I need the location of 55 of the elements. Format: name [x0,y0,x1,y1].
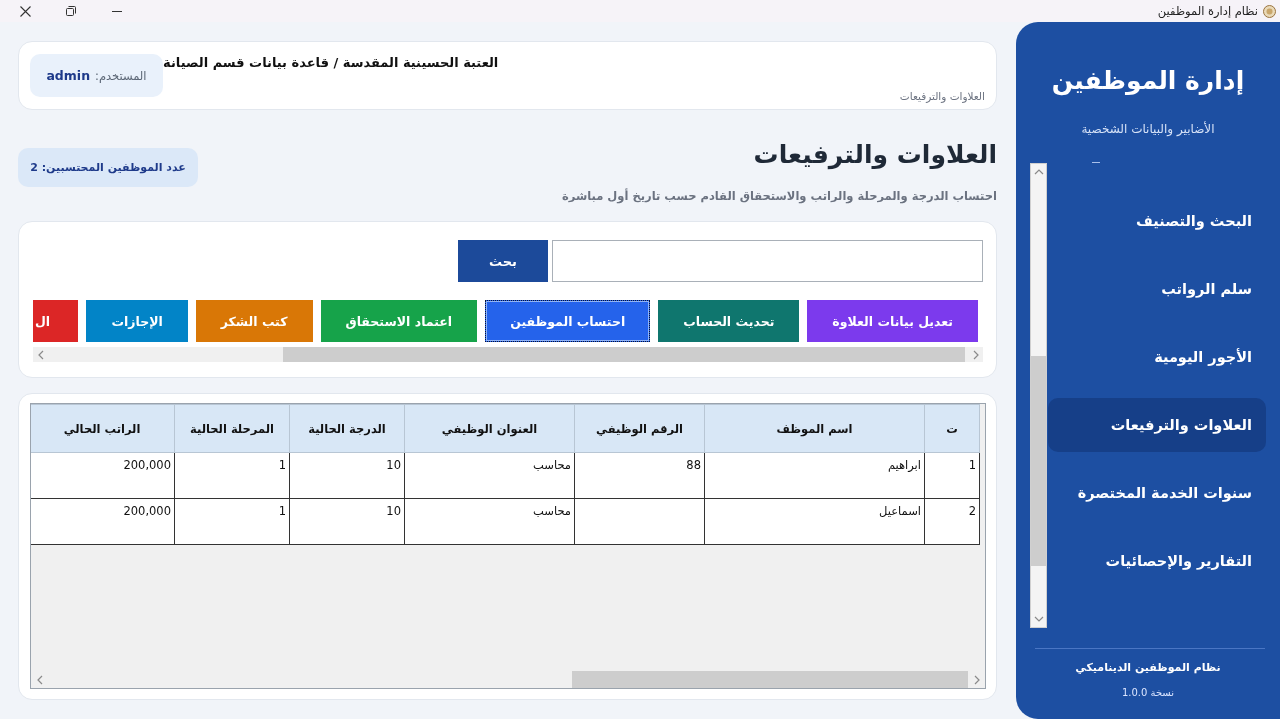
action-button[interactable]: ال [33,300,79,342]
sidebar-item[interactable]: سنوات الخدمة المختصرة [1048,466,1266,520]
action-button[interactable]: تعديل بيانات العلاوة [807,300,978,342]
search-field[interactable] [552,240,983,282]
sidebar-item[interactable]: العلاوات والترفيعات [1048,398,1266,452]
sidebar-title: إدارة الموظفين [1050,65,1246,98]
table-cell: محاسب [404,452,575,499]
restore-icon [66,6,76,16]
emblem-icon [1263,4,1276,18]
column-header[interactable]: الرقم الوظيفي [574,404,705,453]
table-cell: 1 [174,452,290,499]
column-header[interactable]: ت [924,404,980,453]
organization-title: العتبة الحسينية المقدسة / قاعدة بيانات قسم الصيانة [163,55,499,70]
sidebar-item[interactable]: التقارير والإحصائيات [1048,534,1266,588]
sidebar-subtitle: الأضابير والبيانات الشخصية [1080,122,1216,136]
column-header[interactable]: المرحلة الحالية [174,404,290,453]
chevron-right-icon[interactable] [971,349,980,360]
page-title: العلاوات والترفيعات [753,139,997,171]
action-button[interactable]: احتساب الموظفين [485,300,651,342]
employee-count: عدد الموظفين المحتسبين: 2 [18,148,198,187]
column-header[interactable]: الراتب الحالي [31,404,175,453]
app-version: نسخة 1.0.0 [1120,687,1176,698]
sidebar-item[interactable]: الأجور اليومية [1048,330,1266,384]
chevron-right-icon[interactable] [972,674,981,685]
table-cell: 1 [174,498,290,545]
table-cell: 200,000 [31,452,175,499]
chevron-left-icon[interactable] [35,674,44,685]
chevron-up-icon[interactable] [1033,168,1044,176]
close-icon [19,5,31,17]
action-button[interactable]: الإجازات [86,300,188,342]
vertical-scrollbar[interactable] [1030,163,1047,628]
sidebar-item[interactable]: سلم الرواتب [1048,262,1266,316]
table-cell: 10 [289,498,405,545]
column-header[interactable]: اسم الموظف [704,404,925,453]
horizontal-scrollbar[interactable] [33,347,983,362]
table-cell: ابراهيم [704,452,925,499]
action-button[interactable]: تحديث الحساب [658,300,800,342]
table-cell: 88 [574,452,705,499]
breadcrumb: العلاوات والترفيعات [899,90,985,102]
table-cell: 10 [289,452,405,499]
table-cell: اسماعيل [704,498,925,545]
table-cell: 200,000 [31,498,175,545]
chevron-left-icon[interactable] [36,349,45,360]
column-header[interactable]: العنوان الوظيفي [404,404,575,453]
app-name: نظام الموظفين الديناميكي [1074,661,1222,674]
table-cell: محاسب [404,498,575,545]
search-button[interactable]: بحث [458,240,548,282]
chevron-down-icon[interactable] [1033,615,1044,623]
minimize-icon [112,10,122,12]
table-cell: 1 [924,452,980,499]
sidebar-item[interactable]: البحث والتصنيف [1048,194,1266,248]
page-subtitle: احتساب الدرجة والمرحلة والراتب والاستحقاق القادم حسب تاريخ أول مباشرة [561,189,997,203]
window-title: نظام إدارة الموظفين [1157,4,1258,18]
column-header[interactable]: الدرجة الحالية [289,404,405,453]
table-cell: 2 [924,498,980,545]
